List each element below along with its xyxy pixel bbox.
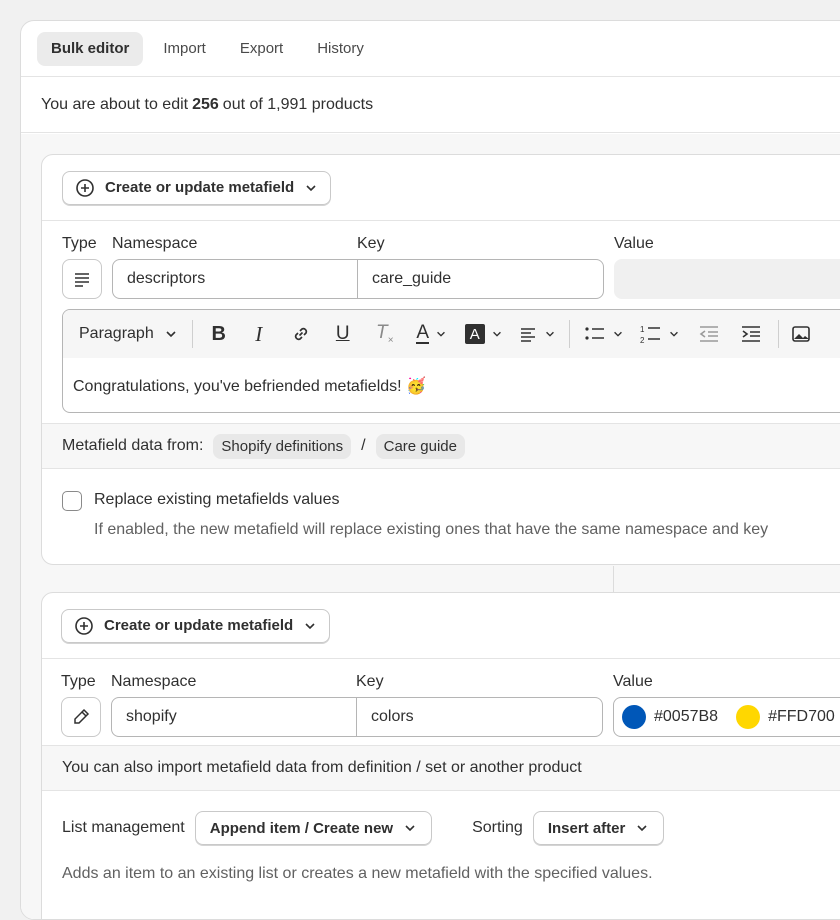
metafield-source: Metafield data from: Shopify definitions… <box>42 423 840 469</box>
action-label: Create or update metafield <box>104 617 294 634</box>
tab-bulk-editor[interactable]: Bulk editor <box>37 31 144 66</box>
paragraph-label: Paragraph <box>79 325 154 342</box>
field-row: shopify colors #0057B8 #FFD700 <box>42 697 840 737</box>
list-management-select[interactable]: Append item / Create new <box>194 811 433 845</box>
editor-body: Create or update metafield Type Namespac… <box>21 134 840 919</box>
field-labels: Type Namespace Key Value <box>42 659 840 695</box>
chip-care-guide[interactable]: Care guide <box>375 433 465 459</box>
chevron-down-icon <box>305 622 315 629</box>
namespace-label: Namespace <box>112 235 198 252</box>
tab-bar: Bulk editor Import Export History <box>21 21 840 77</box>
list-management-label: List management <box>62 819 185 836</box>
edit-summary: You are about to edit 256 out of 1,991 p… <box>21 77 840 133</box>
list-help-text: Adds an item to an existing list or crea… <box>62 865 653 882</box>
type-button[interactable] <box>62 259 102 299</box>
divider <box>613 566 614 592</box>
namespace-key-group: descriptors care_guide <box>112 259 604 299</box>
list-management-row: List management Append item / Create new… <box>42 791 840 865</box>
summary-count: 256 <box>192 95 219 113</box>
toolbar-separator <box>191 320 193 348</box>
underline-icon[interactable]: U <box>323 316 363 352</box>
summary-suffix: out of 1,991 products <box>222 95 374 113</box>
sorting-select[interactable]: Insert after <box>532 811 665 845</box>
plus-circle-icon <box>76 178 94 197</box>
link-icon[interactable] <box>279 316 323 352</box>
replace-label[interactable]: Replace existing metafields values <box>94 491 339 509</box>
color-hex: #0057B8 <box>654 708 719 725</box>
namespace-input[interactable]: shopify <box>112 698 357 736</box>
chevron-down-icon <box>405 825 415 832</box>
action-label: Create or update metafield <box>105 179 295 196</box>
field-labels: Type Namespace Key Value <box>42 221 840 257</box>
color-value-input[interactable]: #0057B8 #FFD700 <box>613 697 840 737</box>
editor-toolbar: Paragraph B I U T× A A 1 2 <box>63 310 840 358</box>
sorting-label: Sorting <box>472 819 523 836</box>
list-management-value: Append item / Create new <box>209 819 394 837</box>
tab-import[interactable]: Import <box>149 32 220 66</box>
import-hint: You can also import metafield data from … <box>42 745 840 791</box>
toolbar-separator <box>777 320 779 348</box>
color-hex: #FFD700 <box>768 708 835 725</box>
type-button[interactable] <box>61 697 101 737</box>
italic-icon[interactable]: I <box>239 316 279 352</box>
toolbar-separator <box>568 320 570 348</box>
field-row: descriptors care_guide <box>42 259 840 299</box>
key-label: Key <box>357 235 385 252</box>
namespace-input[interactable]: descriptors <box>113 260 358 298</box>
metafield-card-2: Create or update metafield Type Namespac… <box>41 592 840 919</box>
color-swatch[interactable] <box>622 705 646 729</box>
align-icon[interactable] <box>511 316 563 352</box>
image-icon[interactable] <box>785 316 817 352</box>
svg-text:2: 2 <box>640 336 645 345</box>
chevron-down-icon <box>306 184 316 191</box>
key-input[interactable]: care_guide <box>358 260 451 298</box>
paragraph-select[interactable]: Paragraph <box>71 316 186 352</box>
namespace-label: Namespace <box>111 673 197 690</box>
metafield-source-label: Metafield data from: <box>62 437 204 454</box>
editor-content[interactable]: Congratulations, you've befriended metaf… <box>63 358 840 412</box>
chip-separator: / <box>361 437 366 454</box>
key-label: Key <box>356 673 384 690</box>
key-input[interactable]: colors <box>357 698 414 736</box>
tab-history[interactable]: History <box>303 32 378 66</box>
eyedropper-icon <box>74 708 90 724</box>
bullet-list-icon[interactable] <box>576 316 632 352</box>
color-swatch[interactable] <box>736 705 761 729</box>
indent-icon[interactable] <box>730 316 772 352</box>
value-label: Value <box>613 673 653 690</box>
plus-circle-icon <box>75 616 93 635</box>
value-input[interactable] <box>614 259 840 299</box>
type-label: Type <box>62 235 97 252</box>
rich-text-editor[interactable]: Paragraph B I U T× A A 1 2 Congratulatio… <box>62 309 840 413</box>
svg-text:1: 1 <box>640 325 645 334</box>
sorting-value: Insert after <box>547 819 626 837</box>
metafield-card-1: Create or update metafield Type Namespac… <box>41 154 840 565</box>
bulk-editor-panel: Bulk editor Import Export History You ar… <box>20 20 840 920</box>
text-color-icon[interactable]: A <box>407 316 457 352</box>
value-label: Value <box>614 235 654 252</box>
action-select-button[interactable]: Create or update metafield <box>61 608 331 643</box>
chevron-down-icon <box>166 331 176 338</box>
card-header: Create or update metafield <box>42 593 840 659</box>
namespace-key-group: shopify colors <box>111 697 603 737</box>
chevron-down-icon <box>637 825 647 832</box>
chip-shopify-definitions[interactable]: Shopify definitions <box>213 433 352 459</box>
numbered-list-icon[interactable]: 12 <box>632 316 688 352</box>
outdent-icon[interactable] <box>688 316 730 352</box>
type-label: Type <box>61 673 96 690</box>
action-select-button[interactable]: Create or update metafield <box>62 170 332 205</box>
summary-prefix: You are about to edit <box>41 95 189 113</box>
tab-export[interactable]: Export <box>226 32 297 66</box>
card-header: Create or update metafield <box>42 155 840 221</box>
highlight-color-icon[interactable]: A <box>457 316 511 352</box>
bold-icon[interactable]: B <box>199 316 239 352</box>
replace-help-text: If enabled, the new metafield will repla… <box>94 521 769 538</box>
clear-format-icon[interactable]: T× <box>363 316 407 352</box>
replace-checkbox[interactable] <box>62 491 82 511</box>
text-lines-icon <box>75 273 89 287</box>
